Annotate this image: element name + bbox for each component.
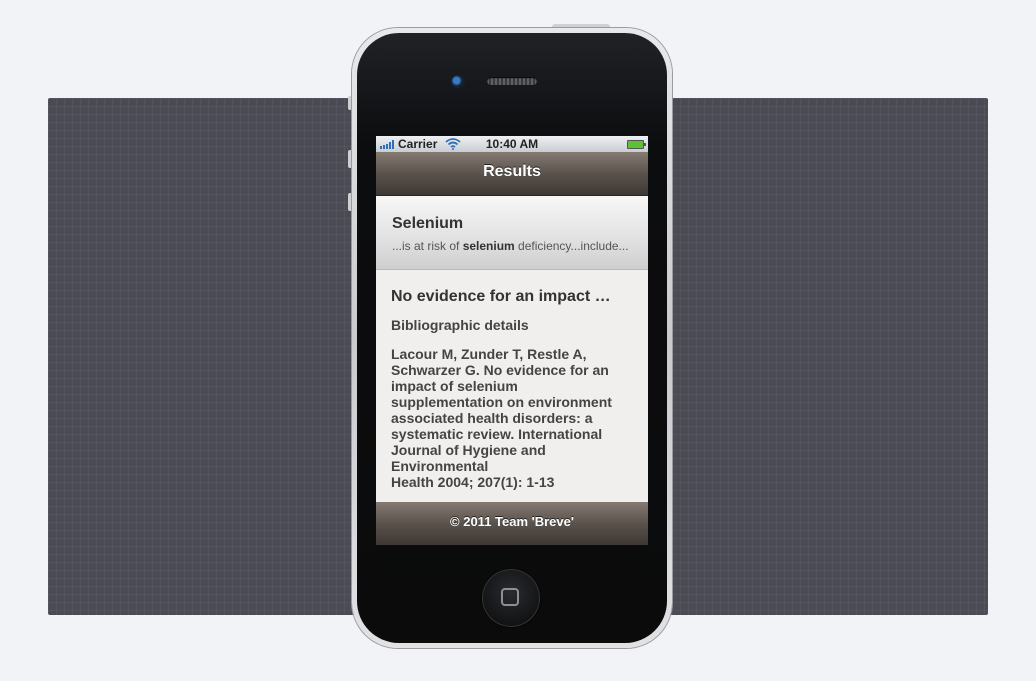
snippet-highlight: selenium [462,239,515,253]
home-square-icon [501,588,519,606]
citation-text: Lacour M, Zunder T, Restle A, Schwarzer … [391,346,639,490]
home-button[interactable] [482,569,540,627]
citation-line: Environmental [391,458,489,474]
citation-line: Journal of Hygiene and [391,442,546,458]
result-list-item[interactable]: Selenium ...is at risk of selenium defic… [376,196,648,270]
detail-subtitle: Bibliographic details [391,317,529,333]
status-time: 10:40 AM [485,137,539,151]
citation-line: supplementation on environment [391,394,612,410]
citation-line: Health 2004; 207(1): 1-13 [391,474,555,490]
citation-line: systematic review. International [391,426,603,442]
battery-icon [627,140,646,149]
citation-line: impact of selenium [391,378,518,394]
result-snippet: ...is at risk of selenium deficiency...i… [392,239,637,253]
detail-title[interactable]: No evidence for an impact … [391,288,636,306]
detail-panel: No evidence for an impact … Bibliographi… [376,270,648,502]
speaker-grille [487,77,537,85]
snippet-before: ...is at risk of [392,239,463,253]
camera-icon [451,75,465,89]
phone-screen: Carrier 10:40 AM Results Selenium ...is … [376,136,648,545]
status-bar: Carrier 10:40 AM [376,136,648,152]
citation-line: Schwarzer G. No evidence for an [391,362,609,378]
footer-copyright: © 2011 Team 'Breve' [376,502,648,545]
snippet-after: deficiency...include... [514,239,629,253]
citation-line: associated health disorders: a [391,410,593,426]
result-title: Selenium [392,215,464,232]
citation-line: Lacour M, Zunder T, Restle A, [391,346,587,362]
header-title: Results [376,152,648,196]
